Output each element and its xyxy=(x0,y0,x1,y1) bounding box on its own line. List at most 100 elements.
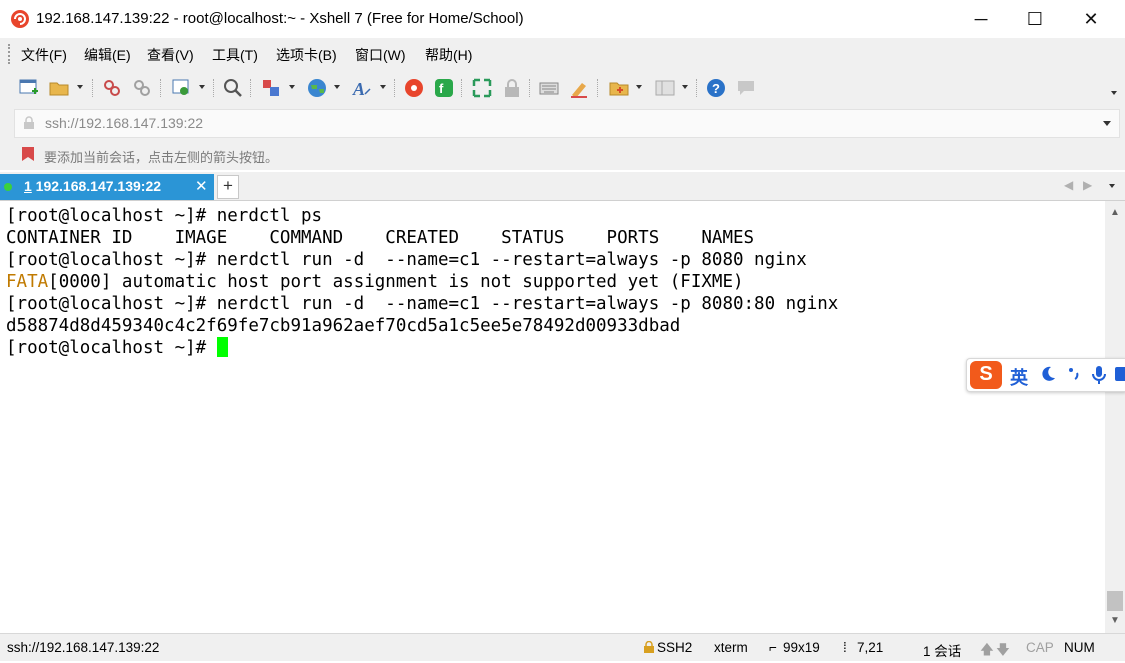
connected-status-icon xyxy=(4,183,12,191)
size-icon: ⌐ xyxy=(769,640,777,655)
tab-next-icon[interactable]: ▶ xyxy=(1083,178,1092,192)
xshell-icon[interactable] xyxy=(403,77,425,99)
status-size: 99x19 xyxy=(783,640,820,655)
title-bar: 192.168.147.139:22 - root@localhost:~ - … xyxy=(0,0,1125,38)
svg-text:A: A xyxy=(352,79,365,99)
layout-icon[interactable] xyxy=(654,77,676,99)
status-cursor-position: 7,21 xyxy=(857,640,884,655)
add-folder-dropdown-arrow[interactable] xyxy=(636,85,642,89)
reconnect-icon[interactable] xyxy=(131,77,153,99)
xftp-icon[interactable]: f xyxy=(433,77,455,99)
highlight-icon[interactable] xyxy=(568,77,590,99)
tab-label: 1 192.168.147.139:22 xyxy=(24,178,162,194)
transfer-dropdown-arrow[interactable] xyxy=(289,85,295,89)
terminal-line: [root@localhost ~]# nerdctl run -d --nam… xyxy=(6,294,839,314)
menu-view[interactable]: 查看(V) xyxy=(147,45,194,65)
menu-tabs[interactable]: 选项卡(B) xyxy=(276,45,337,65)
tab-prev-icon[interactable]: ◀ xyxy=(1064,178,1073,192)
toolbar-separator xyxy=(160,79,162,97)
toolbar: A f ? xyxy=(0,70,1125,106)
scroll-down-icon[interactable]: ▼ xyxy=(1110,615,1120,626)
terminal-line: [root@localhost ~]# nerdctl ps xyxy=(6,206,323,226)
status-protocol: SSH2 xyxy=(657,640,693,655)
vertical-scrollbar[interactable]: ▲ ▼ xyxy=(1105,201,1125,633)
find-icon[interactable] xyxy=(222,77,244,99)
toolbar-overflow-arrow[interactable] xyxy=(1111,91,1117,95)
transfer-icon[interactable] xyxy=(260,77,282,99)
toolbar-separator xyxy=(250,79,252,97)
toolbar-separator xyxy=(394,79,396,97)
menu-edit[interactable]: 编辑(E) xyxy=(84,45,131,65)
tab-close-icon[interactable]: ✕ xyxy=(195,177,208,195)
toolbar-separator xyxy=(92,79,94,97)
layout-dropdown-arrow[interactable] xyxy=(682,85,688,89)
menu-bar: 文件(F) 编辑(E) 查看(V) 工具(T) 选项卡(B) 窗口(W) 帮助(… xyxy=(0,38,1125,70)
scroll-up-icon[interactable]: ▲ xyxy=(1110,207,1120,218)
ime-mode[interactable]: 英 xyxy=(1010,364,1028,390)
open-dropdown-arrow[interactable] xyxy=(77,85,83,89)
lock-icon xyxy=(24,116,34,129)
terminal-line: FATA[0000] automatic host port assignmen… xyxy=(6,271,744,293)
terminal-line: CONTAINER ID IMAGE COMMAND CREATED STATU… xyxy=(6,228,755,248)
ime-toolbar[interactable]: S 英 xyxy=(966,358,1125,392)
moon-icon[interactable] xyxy=(1039,365,1057,383)
new-session-icon[interactable] xyxy=(18,77,40,99)
menu-file[interactable]: 文件(F) xyxy=(21,45,67,65)
open-folder-icon[interactable] xyxy=(48,77,70,99)
add-folder-icon[interactable] xyxy=(608,77,630,99)
terminal-prompt-line: [root@localhost ~]# xyxy=(6,337,228,359)
globe-icon[interactable] xyxy=(306,77,328,99)
toolbar-separator xyxy=(529,79,531,97)
toolbar-separator xyxy=(696,79,698,97)
keyboard-icon[interactable] xyxy=(538,77,560,99)
punctuation-icon[interactable] xyxy=(1067,365,1081,383)
tab-list-dropdown-arrow[interactable] xyxy=(1109,184,1115,188)
terminal-output[interactable]: [root@localhost ~]# nerdctl ps CONTAINER… xyxy=(0,201,1105,633)
microphone-icon[interactable] xyxy=(1091,365,1107,385)
svg-text:f: f xyxy=(439,81,444,96)
toolbar-separator xyxy=(461,79,463,97)
new-tab-button[interactable]: + xyxy=(217,175,239,199)
properties-dropdown-arrow[interactable] xyxy=(199,85,205,89)
help-icon[interactable]: ? xyxy=(705,77,727,99)
disconnect-icon[interactable] xyxy=(101,77,123,99)
maximize-button[interactable]: ☐ xyxy=(1012,0,1058,38)
scrollbar-thumb[interactable] xyxy=(1107,591,1123,611)
hint-text: 要添加当前会话，点击左侧的箭头按钮。 xyxy=(44,150,279,165)
tab-bar: 1 192.168.147.139:22 ✕ + ◀ ▶ xyxy=(0,172,1125,201)
globe-dropdown-arrow[interactable] xyxy=(334,85,340,89)
terminal-prompt: [root@localhost ~]# xyxy=(6,338,217,358)
address-input[interactable]: ssh://192.168.147.139:22 xyxy=(14,109,1120,138)
cursor-pos-icon: ⁞ xyxy=(843,640,847,655)
terminal-line: d58874d8d459340c4c2f69fe7cb91a962aef70cd… xyxy=(6,316,681,336)
menu-help[interactable]: 帮助(H) xyxy=(425,45,472,65)
sogou-logo-icon: S xyxy=(970,361,1002,389)
lock-icon[interactable] xyxy=(501,77,523,99)
close-button[interactable]: ✕ xyxy=(1068,0,1114,38)
address-bar: ssh://192.168.147.139:22 xyxy=(0,106,1125,138)
fullscreen-icon[interactable] xyxy=(471,77,493,99)
properties-icon[interactable] xyxy=(170,77,192,99)
tab-session-1[interactable]: 1 192.168.147.139:22 ✕ xyxy=(0,174,214,200)
status-num-lock: NUM xyxy=(1064,640,1095,655)
status-sessions: 1 会话 xyxy=(923,644,962,659)
more-icon[interactable] xyxy=(1114,365,1125,383)
menu-tools[interactable]: 工具(T) xyxy=(212,45,258,65)
window-title: 192.168.147.139:22 - root@localhost:~ - … xyxy=(36,10,524,27)
hint-bar: 要添加当前会话，点击左侧的箭头按钮。 xyxy=(0,138,1125,170)
status-caps-lock: CAP xyxy=(1026,640,1054,655)
chat-icon[interactable] xyxy=(735,77,757,99)
menu-window[interactable]: 窗口(W) xyxy=(355,45,406,65)
lock-icon xyxy=(644,641,654,653)
font-dropdown-arrow[interactable] xyxy=(380,85,386,89)
toolbar-separator xyxy=(597,79,599,97)
font-icon[interactable]: A xyxy=(351,77,373,99)
minimize-button[interactable]: ─ xyxy=(958,0,1004,38)
bookmark-arrow-icon[interactable] xyxy=(20,146,36,162)
terminal-line: [root@localhost ~]# nerdctl run -d --nam… xyxy=(6,250,807,270)
address-dropdown-arrow[interactable] xyxy=(1103,121,1111,126)
fata-label: FATA xyxy=(6,272,49,292)
menu-grip xyxy=(8,44,13,64)
toolbar-separator xyxy=(213,79,215,97)
address-value: ssh://192.168.147.139:22 xyxy=(45,115,204,131)
